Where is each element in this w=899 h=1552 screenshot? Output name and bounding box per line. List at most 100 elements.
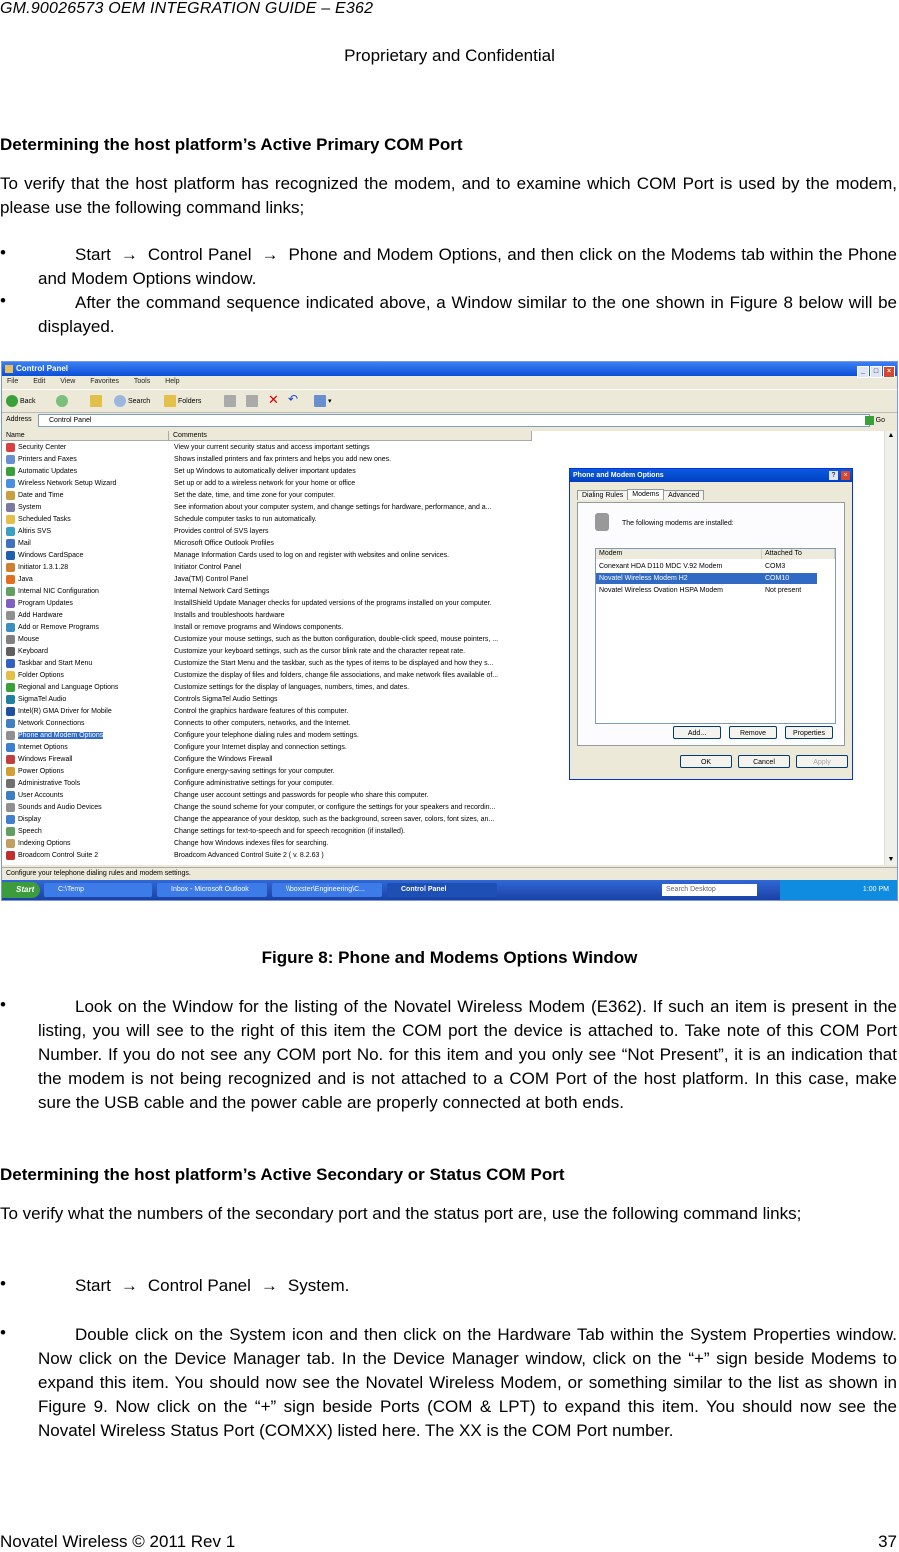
- control-panel-item[interactable]: Display Change the appearance of your des…: [2, 814, 532, 826]
- control-panel-screenshot: Control Panel _ □ × File Edit View Favorit…: [1, 361, 898, 901]
- control-panel-item[interactable]: Administrative Tools Configure administra…: [2, 778, 532, 790]
- menu-favorites[interactable]: Favorites: [90, 378, 119, 385]
- up-folder-button[interactable]: [90, 395, 104, 407]
- menu-file[interactable]: File: [7, 378, 18, 385]
- control-panel-item[interactable]: Add Hardware Installs and troubleshoots h…: [2, 610, 532, 622]
- undo-icon[interactable]: ↶: [288, 392, 298, 406]
- control-panel-item[interactable]: Regional and Language Options Customize s…: [2, 682, 532, 694]
- start-button[interactable]: Start: [2, 882, 40, 898]
- section-heading-secondary-com: Determining the host platform’s Active S…: [0, 1165, 565, 1184]
- menu-help[interactable]: Help: [165, 378, 179, 385]
- control-panel-item[interactable]: Phone and Modem Options Configure your te…: [2, 730, 532, 742]
- control-panel-item[interactable]: Taskbar and Start Menu Customize the Star…: [2, 658, 532, 670]
- modem-row-selected[interactable]: Novatel Wireless Modem H2 COM10: [596, 573, 817, 584]
- menu-view[interactable]: View: [60, 378, 75, 385]
- properties-button[interactable]: Properties: [785, 726, 833, 739]
- task-temp-folder[interactable]: C:\Temp: [44, 883, 152, 897]
- item-comment: Change settings for text-to-speech and f…: [174, 828, 406, 835]
- help-button[interactable]: ?: [829, 471, 838, 480]
- control-panel-item[interactable]: Indexing Options Change how Windows index…: [2, 838, 532, 850]
- forward-button[interactable]: [56, 395, 70, 407]
- document-header: GM.90026573 OEM INTEGRATION GUIDE – E362: [0, 0, 374, 17]
- control-panel-item[interactable]: Mouse Customize your mouse settings, such…: [2, 634, 532, 646]
- control-panel-item[interactable]: Date and Time Set the date, time, and tim…: [2, 490, 532, 502]
- bullet-system-path: Start → Control Panel → System.: [38, 1274, 897, 1298]
- vertical-scrollbar[interactable]: ▲ ▼: [884, 431, 897, 865]
- tab-modems[interactable]: Modems: [627, 489, 665, 499]
- control-panel-item[interactable]: Printers and Faxes Shows installed printe…: [2, 454, 532, 466]
- item-name: Program Updates: [6, 598, 166, 610]
- delete-icon[interactable]: ✕: [268, 392, 279, 408]
- control-panel-item[interactable]: Keyboard Customize your keyboard settings…: [2, 646, 532, 658]
- go-button[interactable]: Go: [864, 414, 885, 428]
- cancel-button[interactable]: Cancel: [738, 755, 790, 768]
- modem-row[interactable]: Novatel Wireless Ovation HSPA Modem Not …: [596, 585, 835, 596]
- control-panel-item[interactable]: Automatic Updates Set up Windows to autom…: [2, 466, 532, 478]
- control-panel-item[interactable]: SigmaTel Audio Controls SigmaTel Audio Se…: [2, 694, 532, 706]
- item-name: Java: [6, 574, 166, 586]
- back-button[interactable]: Back: [6, 395, 36, 407]
- control-panel-item[interactable]: Sounds and Audio Devices Change the sound…: [2, 802, 532, 814]
- column-header-comments[interactable]: Comments: [169, 431, 532, 441]
- window-titlebar: Control Panel _ □ ×: [2, 362, 897, 378]
- menu-edit[interactable]: Edit: [33, 378, 45, 385]
- address-input[interactable]: Control Panel: [38, 414, 870, 427]
- control-panel-item[interactable]: User Accounts Change user account setting…: [2, 790, 532, 802]
- item-comment: Installs and troubleshoots hardware: [174, 612, 285, 619]
- control-panel-item[interactable]: Intel(R) GMA Driver for Mobile Control th…: [2, 706, 532, 718]
- control-panel-item[interactable]: Altiris SVS Provides control of SVS layer…: [2, 526, 532, 538]
- control-panel-item[interactable]: Initiator 1.3.1.28 Initiator Control Pane…: [2, 562, 532, 574]
- control-panel-item[interactable]: Add or Remove Programs Install or remove …: [2, 622, 532, 634]
- control-panel-item[interactable]: Windows CardSpace Manage Information Card…: [2, 550, 532, 562]
- apply-button[interactable]: Apply: [796, 755, 848, 768]
- item-comment: Initiator Control Panel: [174, 564, 242, 571]
- control-panel-item[interactable]: Folder Options Customize the display of f…: [2, 670, 532, 682]
- item-icon: [6, 694, 15, 704]
- column-header-attached-to[interactable]: Attached To: [762, 549, 835, 559]
- item-icon: [6, 718, 15, 728]
- column-header-modem[interactable]: Modem: [596, 549, 762, 559]
- scroll-up-icon[interactable]: ▲: [885, 431, 897, 441]
- control-panel-item[interactable]: Wireless Network Setup Wizard Set up or a…: [2, 478, 532, 490]
- remove-button[interactable]: Remove: [729, 726, 777, 739]
- desktop-search-input[interactable]: Search Desktop: [662, 884, 757, 896]
- window-title: Control Panel: [16, 364, 69, 373]
- views-button[interactable]: ▾: [314, 395, 332, 407]
- task-outlook-inbox[interactable]: Inbox - Microsoft Outlook: [157, 883, 267, 897]
- control-panel-item[interactable]: Broadcom Control Suite 2 Broadcom Advance…: [2, 850, 532, 862]
- control-panel-item[interactable]: Power Options Configure energy-saving set…: [2, 766, 532, 778]
- control-panel-item[interactable]: Internet Options Configure your Internet …: [2, 742, 532, 754]
- item-icon: [6, 514, 15, 524]
- control-panel-item[interactable]: Java Java(TM) Control Panel: [2, 574, 532, 586]
- item-name: Taskbar and Start Menu: [6, 658, 166, 670]
- copy-to-button[interactable]: [246, 395, 260, 407]
- control-panel-item[interactable]: Network Connections Connects to other com…: [2, 718, 532, 730]
- control-panel-item[interactable]: Scheduled Tasks Schedule computer tasks t…: [2, 514, 532, 526]
- item-icon: [6, 754, 15, 764]
- scroll-down-icon[interactable]: ▼: [885, 855, 897, 865]
- control-panel-list: Name Comments Security Center View your c…: [2, 431, 532, 865]
- folders-button[interactable]: Folders: [164, 395, 201, 407]
- task-control-panel[interactable]: Control Panel: [387, 883, 497, 897]
- move-to-button[interactable]: [224, 395, 238, 407]
- control-panel-item[interactable]: Mail Microsoft Office Outlook Profiles: [2, 538, 532, 550]
- control-panel-item[interactable]: System See information about your compute…: [2, 502, 532, 514]
- column-header-name[interactable]: Name: [2, 431, 169, 441]
- control-panel-item[interactable]: Windows Firewall Configure the Windows Fi…: [2, 754, 532, 766]
- add-button[interactable]: Add...: [673, 726, 721, 739]
- modem-row[interactable]: Conexant HDA D110 MDC V.92 Modem COM3: [596, 561, 835, 572]
- menu-tools[interactable]: Tools: [134, 378, 150, 385]
- dialog-close-button[interactable]: ×: [841, 471, 850, 480]
- task-engineering-folder[interactable]: \\boxster\Engineering\C...: [272, 883, 382, 897]
- section-heading-primary-com: Determining the host platform’s Active P…: [0, 135, 463, 154]
- ok-button[interactable]: OK: [680, 755, 732, 768]
- control-panel-item[interactable]: Internal NIC Configuration Internal Netwo…: [2, 586, 532, 598]
- tab-dialing-rules[interactable]: Dialing Rules: [577, 490, 629, 500]
- item-comment: Shows installed printers and fax printer…: [174, 456, 392, 463]
- item-icon: [6, 658, 15, 668]
- control-panel-item[interactable]: Program Updates InstallShield Update Mana…: [2, 598, 532, 610]
- search-button[interactable]: Search: [114, 395, 150, 407]
- tab-advanced[interactable]: Advanced: [663, 490, 705, 500]
- control-panel-item[interactable]: Security Center View your current securit…: [2, 442, 532, 454]
- control-panel-item[interactable]: Speech Change settings for text-to-speech…: [2, 826, 532, 838]
